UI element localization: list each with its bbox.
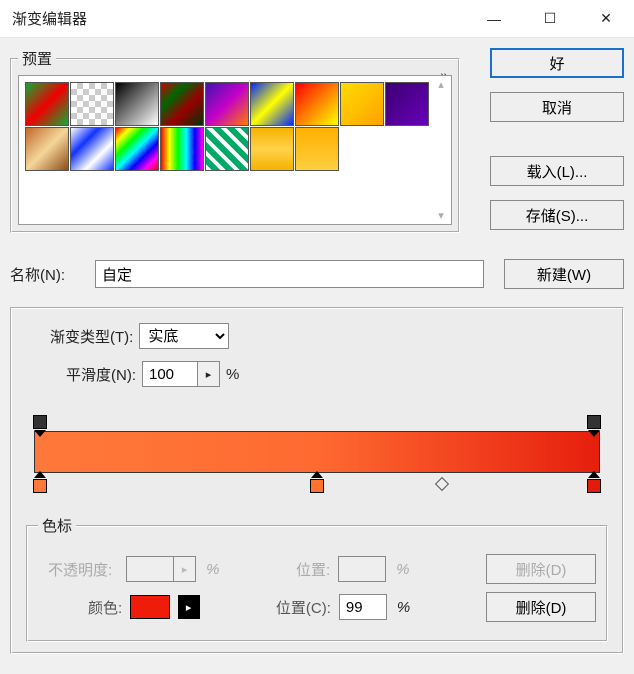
opacity-stepper: ▸ [174,556,196,582]
preset-swatch[interactable] [160,82,204,126]
ok-button[interactable]: 好 [490,48,624,78]
name-label: 名称(N): [10,264,95,285]
grad-type-select[interactable]: 实底 [139,323,229,349]
preset-swatch[interactable] [160,127,204,171]
load-button[interactable]: 载入(L)... [490,156,624,186]
colorstop-legend: 色标 [38,515,76,536]
preset-swatch[interactable] [115,82,159,126]
preset-swatch-grid [25,82,429,171]
scroll-up-icon[interactable]: ▴ [433,78,449,91]
colorstop-fieldset: 色标 不透明度: ▸ % 位置: % 删除(D) 颜色: ▸ [26,515,608,642]
color-stop[interactable] [310,479,324,493]
color-label: 颜色: [88,597,122,618]
preset-swatch[interactable] [25,82,69,126]
preset-swatch[interactable] [340,82,384,126]
preset-swatch[interactable] [295,82,339,126]
smoothness-stepper[interactable]: ▸ [198,361,220,387]
opacity-pos-input [338,556,386,582]
preset-swatch[interactable] [205,82,249,126]
color-stop[interactable] [33,479,47,493]
opacity-stop[interactable] [33,415,47,429]
minimize-button[interactable]: — [466,0,522,37]
opacity-unit: % [206,561,219,578]
preset-swatch[interactable] [385,82,429,126]
color-swatch-menu[interactable]: ▸ [178,595,200,619]
color-pos-unit: % [397,599,410,616]
smoothness-label: 平滑度(N): [66,364,136,385]
preset-swatch[interactable] [205,127,249,171]
opacity-pos-label: 位置: [296,559,330,580]
opacity-stop[interactable] [587,415,601,429]
opacity-delete-button: 删除(D) [486,554,596,584]
color-swatch[interactable] [130,595,170,619]
midpoint-diamond[interactable] [434,477,448,491]
opacity-input [126,556,174,582]
scroll-down-icon[interactable]: ▾ [433,209,449,222]
save-button[interactable]: 存储(S)... [490,200,624,230]
color-delete-button[interactable]: 删除(D) [486,592,596,622]
close-button[interactable]: ✕ [578,0,634,37]
window-title: 渐变编辑器 [12,8,87,29]
gradient-fieldset: 渐变类型(T): 实底 平滑度(N): ▸ % 色标 不透明度: ▸ [10,307,624,654]
preset-swatch[interactable] [250,82,294,126]
smoothness-input[interactable] [142,361,198,387]
name-input[interactable] [95,260,484,288]
preset-fieldset: 预置 » ▴ ▾ [10,48,460,233]
preset-swatch[interactable] [25,127,69,171]
opacity-pos-unit: % [396,561,409,578]
preset-swatch[interactable] [70,127,114,171]
preset-swatch[interactable] [250,127,294,171]
color-pos-label: 位置(C): [276,597,331,618]
grad-type-label: 渐变类型(T): [50,326,133,347]
cancel-button[interactable]: 取消 [490,92,624,122]
color-stop[interactable] [587,479,601,493]
smoothness-unit: % [226,366,239,383]
preset-swatch[interactable] [295,127,339,171]
preset-swatch[interactable] [115,127,159,171]
color-pos-input[interactable] [339,594,387,620]
new-button[interactable]: 新建(W) [504,259,624,289]
preset-legend: 预置 [18,48,56,69]
opacity-label: 不透明度: [48,559,112,580]
preset-swatch[interactable] [70,82,114,126]
preset-scrollbar[interactable]: ▴ ▾ [433,78,449,222]
maximize-button[interactable]: ☐ [522,0,578,37]
